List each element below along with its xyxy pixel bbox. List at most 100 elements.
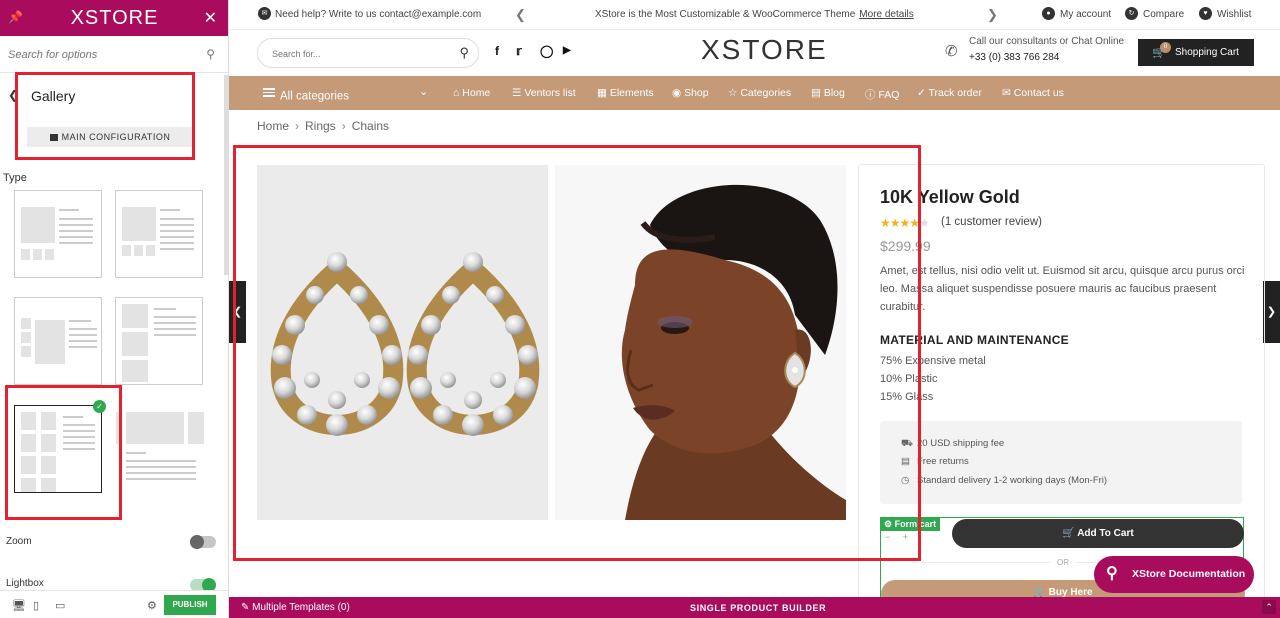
zoom-label: Zoom [6,536,32,547]
site-preview: ✉ Need help? Write to us contact@example… [229,0,1280,618]
contact-text: Call our consultants or Chat Online [969,36,1125,47]
search-icon[interactable]: ⚲ [206,47,215,61]
templates-label: Multiple Templates (0) [252,602,350,613]
promo-link[interactable]: More details [859,9,913,20]
desktop-preview-icon[interactable]: 🖥 [12,599,26,612]
promo-next-icon[interactable]: ❯ [987,7,998,23]
twitter-icon[interactable]: 𝕣 [516,44,522,58]
nav-item-faq[interactable]: ⓘ FAQ [865,87,899,102]
gear-icon[interactable]: ⚙ [147,599,157,612]
sidebar-footer: 🖥 ▯ ▭ ⚙ PUBLISH [0,590,228,618]
gallery-next-arrow[interactable]: ❯ [1263,281,1280,343]
tablet-preview-icon[interactable]: ▯ [33,599,39,612]
contact-phone: +33 (0) 383 766 284 [969,52,1060,63]
nav-item-elements[interactable]: ▦ Elements [597,87,654,99]
sidebar-scrollbar[interactable] [224,75,228,275]
selected-check-icon: ✓ [93,400,106,413]
sidebar-logo: XSTORE [70,7,159,29]
cart-count-badge: 0 [1160,42,1171,53]
quantity-stepper[interactable]: − + [885,532,908,542]
user-icon: ● [1042,7,1055,20]
config-icon [49,134,58,141]
help-text: Need help? Write to us contact@example.c… [275,9,482,20]
back-icon[interactable]: ❮ [8,88,18,102]
site-header: ⚲ f 𝕣 ◯ ▶ XSTORE ✆ Call our consultants … [229,30,1280,76]
nav-label: Blog [823,87,845,99]
multiple-templates-button[interactable]: ✎ Multiple Templates (0) [241,602,350,613]
main-configuration-button[interactable]: MAIN CONFIGURATION [27,127,193,147]
promo-prev-icon[interactable]: ❮ [515,7,526,23]
nav-label: Elements [609,87,654,99]
shipping-row: ◷ Standard delivery 1-2 working days (Mon… [901,475,1107,486]
phone-icon: ✆ [945,43,958,60]
nav-item-track-order[interactable]: ✓ Track order [917,87,982,99]
instagram-icon[interactable]: ◯ [540,44,553,58]
site-search: ⚲ [257,38,479,68]
material-item: 10% Plastic [880,373,938,385]
site-search-input[interactable] [272,46,442,61]
lightbox-label: Lightbox [6,578,44,589]
option-search-input[interactable] [8,46,198,64]
chevron-up-icon[interactable]: ⌃ [1262,600,1276,614]
nav-label: Categories [740,87,792,99]
promo-text: XStore is the Most Customizable & WooCom… [595,9,914,20]
youtube-icon[interactable]: ▶ [563,45,571,56]
menu-icon [263,86,275,99]
nav-label: Track order [928,87,982,99]
form-cart-label: Form cart [894,519,937,529]
all-categories-menu[interactable]: All categories [263,86,349,103]
gallery-layout-option[interactable] [115,297,203,385]
documentation-button[interactable]: ⚲ XStore Documentation [1094,556,1254,593]
compare-link[interactable]: Compare [1143,9,1184,20]
shipping-text: 20 USD shipping fee [917,438,1005,449]
nav-item-categories[interactable]: ☆ Categories [728,87,791,99]
close-icon[interactable]: ✕ [204,8,217,28]
material-item: 75% Expensive metal [880,355,986,367]
product-summary: 10K Yellow Gold ★★★★★ (1 customer review… [858,164,1265,608]
shopping-cart-button[interactable]: 🛒 0 Shopping Cart [1138,39,1254,66]
wishlist-link[interactable]: Wishlist [1217,9,1251,20]
gallery-layout-option[interactable] [14,297,102,385]
breadcrumb-home[interactable]: Home [257,119,289,133]
gallery-prev-arrow[interactable]: ❮ [229,281,246,343]
nav-item-home[interactable]: ⌂ Home [453,87,490,99]
product-price: $299.99 [880,238,931,254]
nav-item-contact[interactable]: ✉ Contact us [1002,87,1064,99]
gallery-layout-option[interactable] [115,190,203,278]
search-icon[interactable]: ⚲ [459,45,469,61]
review-link[interactable]: (1 customer review) [941,216,1042,228]
facebook-icon[interactable]: f [495,44,499,58]
site-logo[interactable]: XSTORE [701,34,828,66]
nav-label: Shop [684,87,709,99]
form-cart-tag[interactable]: ⚙ Form cart [880,517,941,531]
breadcrumb-rings[interactable]: Rings [305,119,336,133]
top-bar: ✉ Need help? Write to us contact@example… [229,0,1280,30]
material-item: 15% Glass [880,391,934,403]
sidebar-header: 📌 XSTORE ✕ [0,0,228,36]
customizer-app: { "sidebar": { "brand": "XSTORE", "searc… [0,0,1280,618]
main-configuration-label: MAIN CONFIGURATION [61,132,171,142]
main-navigation: All categories ⌄ ⌂ Home ☰ Ventors list ▦… [229,76,1280,110]
product-description: Amet, est tellus, nisi odio velit ut. Eu… [880,265,1245,313]
zoom-toggle[interactable] [190,535,216,549]
earrings-product-image[interactable] [257,165,548,520]
rating-stars: ★★★★★ [880,216,930,230]
gallery-layout-option[interactable] [14,190,102,278]
model-product-image[interactable] [555,165,846,520]
add-to-cart-label: Add To Cart [1077,528,1134,539]
gallery-layout-option-selected[interactable]: ✓ [14,400,106,493]
add-to-cart-button[interactable]: 🛒 Add To Cart [952,519,1244,548]
heart-icon: ♥ [1199,7,1212,20]
mobile-preview-icon[interactable]: ▭ [55,599,65,612]
chevron-down-icon[interactable]: ⌄ [419,85,428,98]
customizer-sidebar: 📌 XSTORE ✕ ⚲ ❮ Gallery MAIN CONFIGURATIO… [0,0,229,618]
publish-button[interactable]: PUBLISH [164,595,216,615]
nav-item-ventors[interactable]: ☰ Ventors list [512,87,576,99]
nav-label: FAQ [878,89,900,101]
builder-bar: ✎ Multiple Templates (0) SINGLE PRODUCT … [229,597,1280,618]
shipping-text: Free returns [917,456,969,467]
nav-item-shop[interactable]: ◉ Shop [672,87,709,99]
gallery-layout-option[interactable] [115,405,204,493]
my-account-link[interactable]: My account [1060,9,1111,20]
nav-item-blog[interactable]: ▤ Blog [811,87,845,99]
